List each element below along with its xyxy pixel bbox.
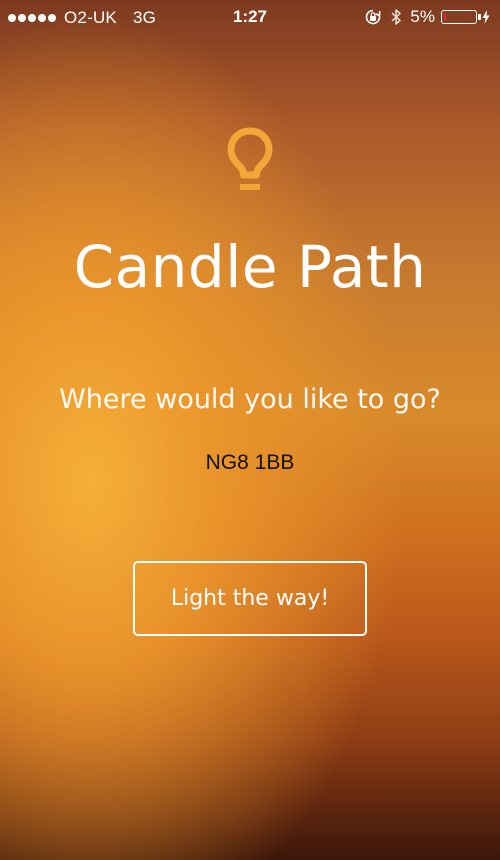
battery-icon	[441, 10, 481, 24]
charging-icon	[482, 10, 490, 24]
battery-level	[443, 12, 446, 21]
bluetooth-icon	[390, 8, 402, 26]
light-the-way-button[interactable]: Light the way!	[133, 561, 367, 636]
lightbulb-icon	[226, 126, 274, 196]
destination-input[interactable]	[100, 446, 400, 480]
status-bar: O2-UK 3G 1:27 5%	[0, 0, 500, 34]
status-right: 5%	[364, 7, 490, 27]
orientation-lock-icon	[364, 8, 382, 26]
destination-prompt: Where would you like to go?	[59, 384, 441, 415]
battery-percentage: 5%	[410, 7, 435, 26]
app-screen: O2-UK 3G 1:27 5% Candle Path Where would…	[0, 0, 500, 860]
app-title: Candle Path	[73, 233, 427, 301]
